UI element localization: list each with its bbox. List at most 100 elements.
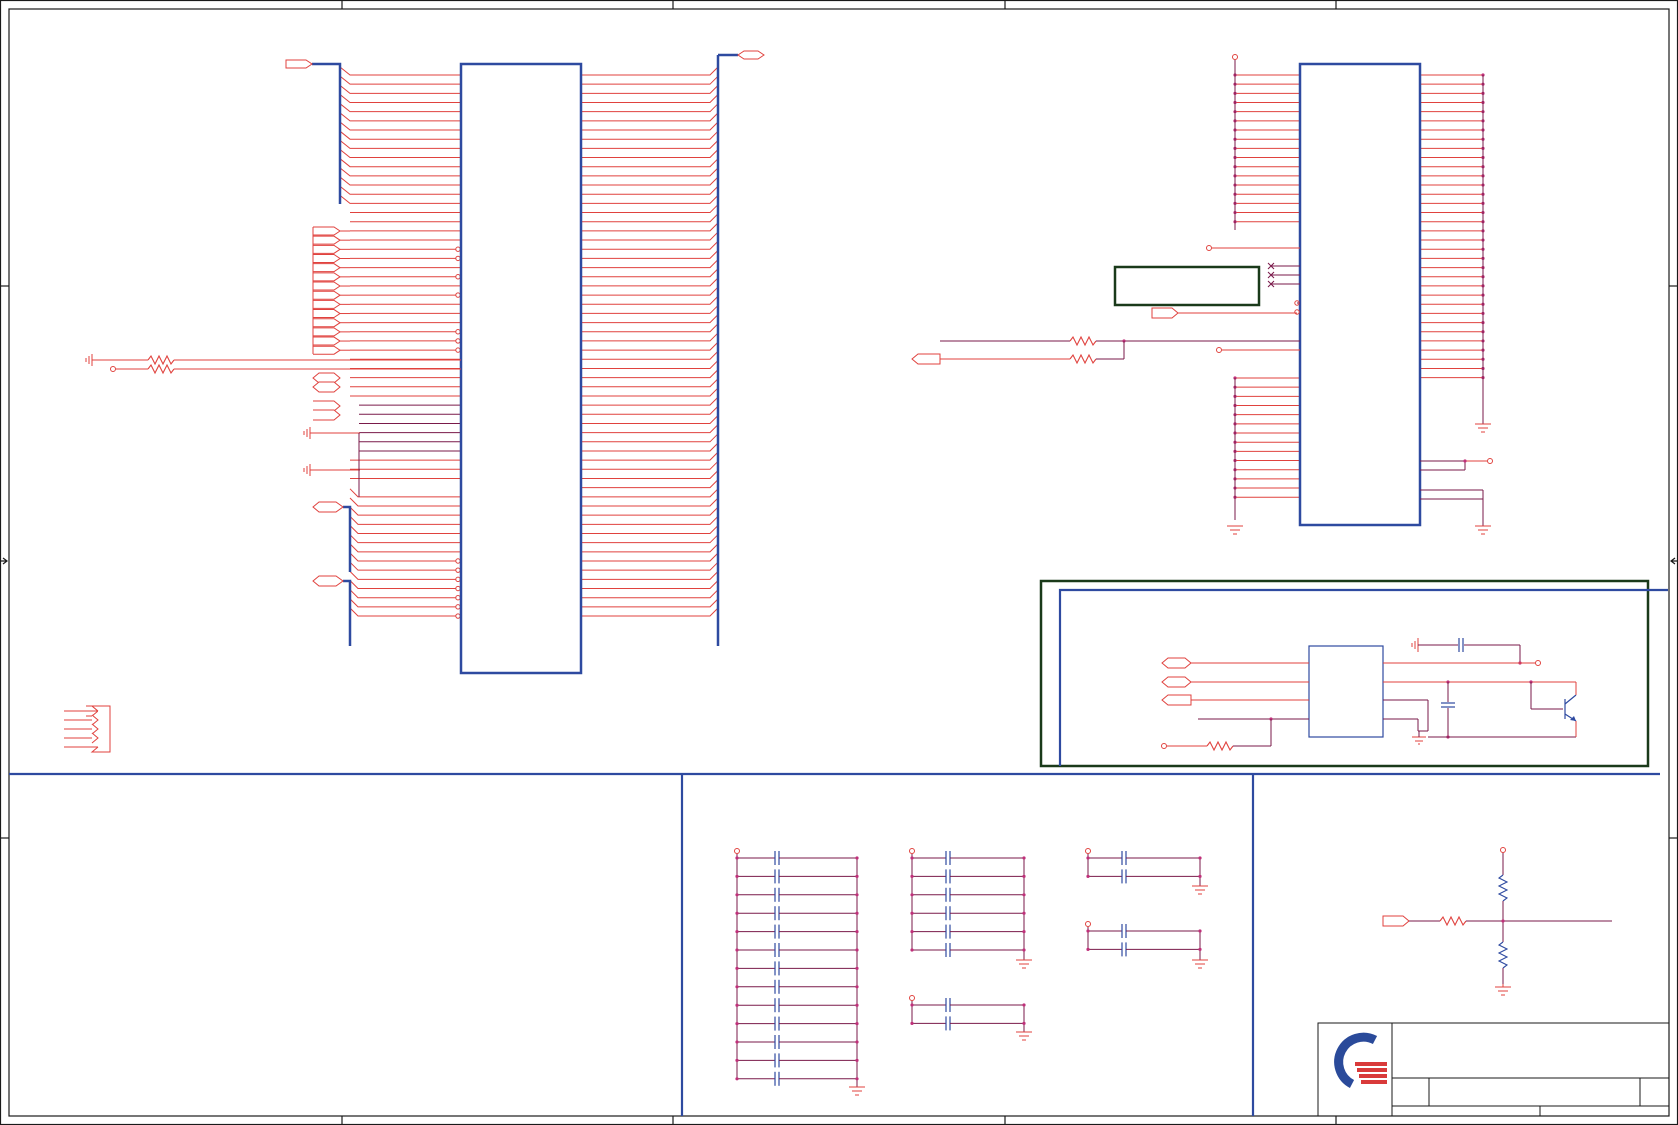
power-port [1085, 848, 1091, 854]
junction [855, 1058, 859, 1062]
pin-net [581, 149, 719, 159]
power-port [734, 848, 740, 854]
junction [735, 948, 739, 952]
pin-net [581, 84, 719, 94]
junction [1086, 874, 1090, 879]
junction [1198, 947, 1202, 952]
ground-icon [303, 464, 360, 476]
junction [1198, 874, 1202, 879]
pin-net [581, 552, 719, 562]
junction [855, 985, 859, 989]
net-port-icon [1151, 307, 1179, 319]
resistor-icon [1497, 941, 1509, 969]
pin-net [339, 84, 461, 94]
sheet-separators [9, 772, 1660, 1116]
right-connector-left-pins [1233, 73, 1300, 499]
junction [1022, 930, 1026, 934]
junction [735, 966, 739, 971]
bus-right [716, 53, 738, 646]
pin-net [581, 561, 719, 571]
test-point [455, 558, 461, 564]
pin-net [581, 534, 719, 544]
pin-net [581, 405, 719, 415]
ground-icon [1420, 489, 1491, 535]
junction [910, 1021, 914, 1025]
left-signal-ports [312, 226, 350, 421]
pin-net [581, 268, 719, 278]
junction [735, 856, 739, 860]
pin-net [581, 460, 719, 470]
pin-net [581, 295, 719, 305]
pin-net [339, 112, 461, 122]
junction [735, 985, 739, 989]
test-point [455, 274, 461, 280]
junction [735, 1040, 739, 1044]
pin-net [339, 139, 461, 149]
pin-net [339, 176, 461, 186]
junction [855, 856, 859, 860]
bus-left-top [312, 62, 342, 204]
junction [735, 1077, 739, 1081]
net-port-icon [313, 235, 341, 245]
pin-net [581, 167, 719, 177]
test-point [455, 329, 461, 335]
drawing-frame [0, 0, 1678, 1125]
pin-net [339, 130, 461, 140]
junction [910, 893, 914, 897]
junction [1022, 1021, 1026, 1025]
test-point [455, 246, 461, 252]
pin-net [581, 350, 719, 360]
pin-net [581, 314, 719, 324]
pin-net [581, 195, 719, 204]
net-port-icon [312, 381, 341, 393]
junction [1022, 948, 1026, 952]
pin-net [581, 204, 719, 214]
pin-net [581, 286, 719, 296]
pin-net [581, 360, 719, 369]
test-point [455, 255, 461, 262]
pin-net [581, 259, 719, 269]
net-port-icon [1420, 458, 1493, 471]
pin-net [581, 470, 719, 479]
net-port-top-right [737, 50, 765, 60]
decoupling-capacitor-banks [734, 848, 1208, 1096]
pin-net [349, 598, 461, 608]
junction [855, 966, 859, 971]
ground-icon [1227, 525, 1243, 535]
pin-net [581, 341, 719, 351]
net-port-icon [313, 226, 341, 236]
left-pin-fan [339, 66, 461, 619]
bus-left-mid [343, 505, 352, 572]
pin-net [581, 176, 719, 186]
junction [735, 874, 739, 879]
power-port [909, 995, 915, 1001]
pin-net [581, 130, 719, 140]
net-port-icon [313, 409, 341, 421]
pin-net [581, 250, 719, 259]
resistor-icon [110, 363, 461, 375]
pin-net [581, 451, 719, 461]
net-port-icon [313, 272, 341, 282]
net-port-bus-low [312, 575, 344, 587]
test-point [455, 585, 461, 592]
pin-net [581, 185, 719, 195]
sub-circuit [1039, 579, 1668, 768]
title-block [1317, 1022, 1670, 1117]
pin-net [349, 525, 461, 534]
junction [1022, 911, 1026, 915]
junction [855, 1022, 859, 1026]
resistor-divider [1382, 847, 1612, 996]
highlight-box [1113, 265, 1261, 307]
resistor-icon [1161, 719, 1272, 752]
right-connector [911, 54, 1493, 535]
no-connect-marks [1267, 262, 1300, 288]
net-port-icon [313, 263, 341, 273]
net-port-bus-mid [312, 501, 344, 513]
pin-net [581, 378, 719, 388]
pin-net [349, 488, 461, 498]
net-port-icon [313, 299, 341, 309]
pin-net [581, 580, 719, 590]
pin-net [581, 332, 719, 342]
connector-body [459, 62, 583, 675]
pin-net [581, 598, 719, 608]
